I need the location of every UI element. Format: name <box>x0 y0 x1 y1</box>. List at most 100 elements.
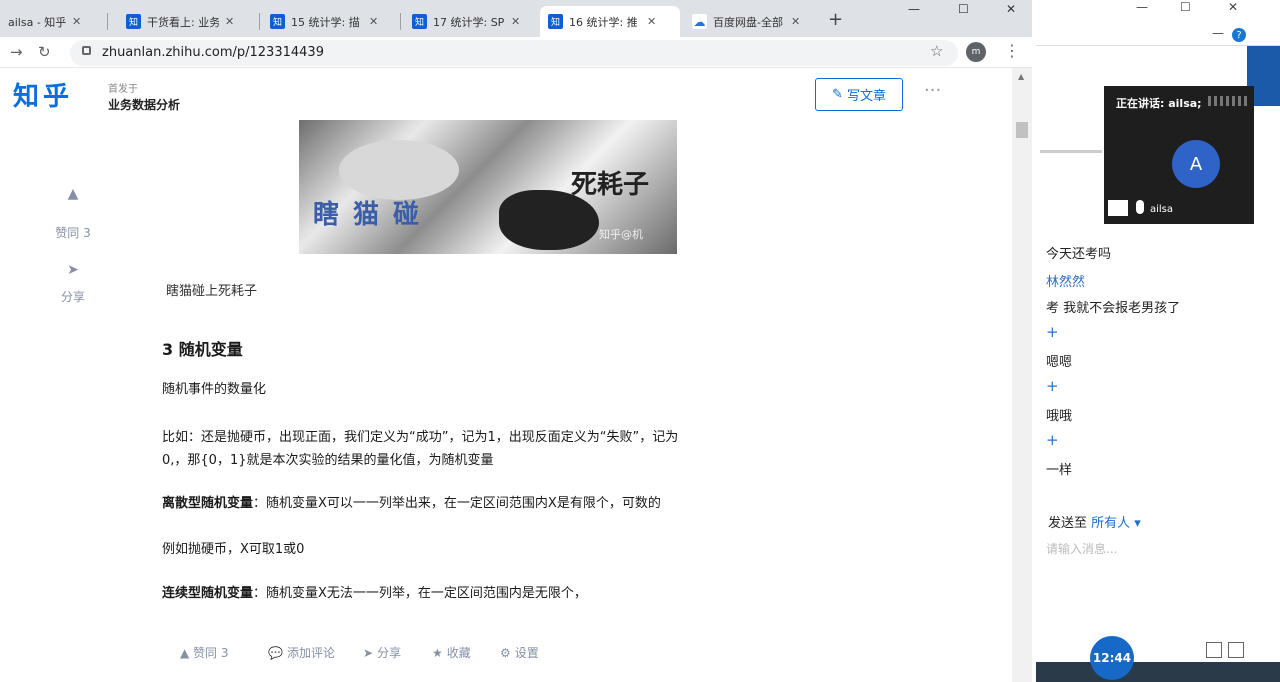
upvote-button[interactable]: ▲ 赞同 3 <box>180 644 229 661</box>
article-hero-image: 死耗子 瞎猫碰 知乎@机 <box>299 120 677 254</box>
tab-title: 16 统计学: 推 <box>569 15 638 29</box>
hero-text-left: 瞎猫碰 <box>313 200 434 230</box>
discrete-rv-term: 离散型随机变量 <box>162 496 254 511</box>
tab-5-active[interactable]: 知 16 统计学: 推 ✕ <box>540 6 680 37</box>
close-icon[interactable]: ✕ <box>72 15 81 28</box>
tab-2[interactable]: 知 干货看上: 业务 ✕ <box>118 6 242 37</box>
browser-menu-icon[interactable]: ⋮ <box>1004 41 1020 60</box>
chat-plus-reaction: + <box>1046 431 1059 449</box>
paragraph-5: 连续型随机变量：随机变量X无法一一列举，在一定区间范围内是无限个， <box>162 582 587 605</box>
profile-avatar[interactable]: m <box>966 42 986 62</box>
close-icon[interactable]: ✕ <box>791 15 800 28</box>
collapse-icon[interactable]: — <box>1212 26 1224 40</box>
page-scrollbar[interactable]: ▲ <box>1012 68 1032 682</box>
close-icon[interactable]: ✕ <box>511 15 520 28</box>
add-comment-button[interactable]: 💬 添加评论 <box>268 644 335 661</box>
audio-level-icon <box>1208 96 1248 106</box>
maximize-icon[interactable]: ☐ <box>1180 0 1191 14</box>
write-article-label: 写文章 <box>846 89 886 104</box>
microphone-icon[interactable] <box>1136 200 1144 214</box>
share-paper-plane-icon: ➤ <box>363 645 374 660</box>
minimize-icon[interactable]: — <box>1136 0 1148 14</box>
speaker-view-icon[interactable] <box>1228 642 1244 658</box>
tab-title: 15 统计学: 描 <box>291 15 360 29</box>
zhihu-favicon-icon: 知 <box>126 14 141 29</box>
share-paper-plane-icon[interactable]: ➤ <box>53 262 93 278</box>
hero-text-top: 死耗子 <box>571 170 650 200</box>
comment-bubble-icon: 💬 <box>268 645 283 660</box>
more-options-icon[interactable]: ··· <box>924 80 941 101</box>
desktop-strip <box>1036 662 1280 682</box>
browser-window: ailsa - 知乎 ✕ 知 干货看上: 业务 ✕ 知 15 统计学: 描 ✕ … <box>0 0 1032 682</box>
window-close-icon[interactable]: ✕ <box>1006 2 1016 16</box>
image-icon[interactable] <box>1108 200 1128 216</box>
image-caption: 瞎猫碰上死耗子 <box>166 284 258 299</box>
chat-plus-reaction: + <box>1046 377 1059 395</box>
chat-message: 考 我就不会报老男孩了 <box>1046 301 1181 316</box>
reload-icon[interactable]: ↻ <box>38 43 51 61</box>
tab-4[interactable]: 知 17 统计学: SP ✕ <box>404 6 528 37</box>
paragraph-2: 比如：还是抛硬币，出现正面，我们定义为“成功”，记为1，出现反面定义为“失败”，… <box>162 426 812 472</box>
tab-1[interactable]: ailsa - 知乎 ✕ <box>0 6 89 37</box>
hero-watermark: 知乎@机 <box>599 228 643 241</box>
back-arrow-icon[interactable]: → <box>10 43 23 61</box>
collect-button[interactable]: ★ 收藏 <box>432 644 471 661</box>
send-to-selector[interactable]: 发送至 所有人 ▾ <box>1048 512 1141 531</box>
meeting-titlebar: — ☐ ✕ — ? <box>1036 0 1280 46</box>
help-icon[interactable]: ? <box>1232 28 1246 42</box>
speaker-avatar: A <box>1172 140 1220 188</box>
share-button[interactable]: ➤ 分享 <box>363 644 401 661</box>
url-input[interactable]: zhuanlan.zhihu.com/p/123314439 <box>70 40 958 66</box>
paragraph-4: 例如抛硬币，X可取1或0 <box>162 542 305 557</box>
tab-bar: ailsa - 知乎 ✕ 知 干货看上: 业务 ✕ 知 15 统计学: 描 ✕ … <box>0 0 1032 37</box>
zhihu-favicon-icon: 知 <box>548 14 563 29</box>
zhihu-logo[interactable]: 知乎 <box>13 76 73 113</box>
chat-message: 哦哦 <box>1046 409 1073 424</box>
column-name-link[interactable]: 业务数据分析 <box>108 96 180 113</box>
paragraph-3: 离散型随机变量：随机变量X可以一一列举出来，在一定区间范围内X是有限个，可数的 <box>162 492 661 515</box>
window-close-icon[interactable]: ✕ <box>1228 0 1238 14</box>
zhihu-favicon-icon: 知 <box>270 14 285 29</box>
address-bar: → ↻ zhuanlan.zhihu.com/p/123314439 ☆ m ⋮ <box>0 37 1032 68</box>
paragraph-2-line-2: 0,，那{0，1}就是本次实验的结果的量化值，为随机变量 <box>162 453 494 468</box>
close-icon[interactable]: ✕ <box>369 15 378 28</box>
speaker-username: ailsa <box>1150 204 1174 215</box>
close-icon[interactable]: ✕ <box>225 15 234 28</box>
cloud-favicon-icon: ☁ <box>692 14 707 29</box>
scroll-up-arrow-icon[interactable]: ▲ <box>1018 72 1024 81</box>
grid-view-icon[interactable] <box>1206 642 1222 658</box>
discrete-rv-definition: ：随机变量X可以一一列举出来，在一定区间范围内X是有限个，可数的 <box>253 496 661 511</box>
collect-label: 收藏 <box>446 646 471 660</box>
tab-title: ailsa - 知乎 <box>8 15 66 29</box>
sidebar-upvote-label[interactable]: 赞同 3 <box>43 224 103 241</box>
tab-title: 干货看上: 业务 <box>147 15 219 29</box>
chat-message: 嗯嗯 <box>1046 355 1073 370</box>
sidebar-share-label[interactable]: 分享 <box>43 288 103 305</box>
edit-icon: ✎ <box>832 87 843 102</box>
new-tab-button[interactable]: + <box>828 9 843 30</box>
chat-input[interactable]: 请输入消息... <box>1046 540 1117 557</box>
divider <box>1040 150 1102 153</box>
upvote-triangle-icon[interactable]: ▲ <box>53 186 93 202</box>
bookmark-star-icon[interactable]: ☆ <box>930 42 943 60</box>
tab-title: 17 统计学: SP <box>433 15 505 29</box>
continuous-rv-term: 连续型随机变量 <box>162 586 254 601</box>
maximize-icon[interactable]: ☐ <box>958 2 969 16</box>
close-icon[interactable]: ✕ <box>647 15 656 28</box>
chat-message: 一样 <box>1046 463 1073 478</box>
settings-button[interactable]: ⚙ 设置 <box>500 644 539 661</box>
minimize-icon[interactable]: — <box>908 2 920 16</box>
tab-title: 百度网盘-全部 <box>713 15 783 29</box>
tab-3[interactable]: 知 15 统计学: 描 ✕ <box>262 6 386 37</box>
continuous-rv-definition: ：随机变量X无法一一列举，在一定区间范围内是无限个， <box>253 586 587 601</box>
url-text: zhuanlan.zhihu.com/p/123314439 <box>102 45 324 60</box>
settings-label: 设置 <box>514 646 539 660</box>
send-to-label: 发送至 <box>1048 516 1088 531</box>
send-to-target-dropdown[interactable]: 所有人 ▾ <box>1091 516 1141 531</box>
add-comment-label: 添加评论 <box>286 646 335 660</box>
tab-6[interactable]: ☁ 百度网盘-全部 ✕ <box>684 6 808 37</box>
scroll-thumb[interactable] <box>1016 122 1028 138</box>
write-article-button[interactable]: ✎ 写文章 <box>815 78 903 111</box>
speaking-now-label: 正在讲话: ailsa; <box>1116 97 1202 110</box>
zhihu-favicon-icon: 知 <box>412 14 427 29</box>
